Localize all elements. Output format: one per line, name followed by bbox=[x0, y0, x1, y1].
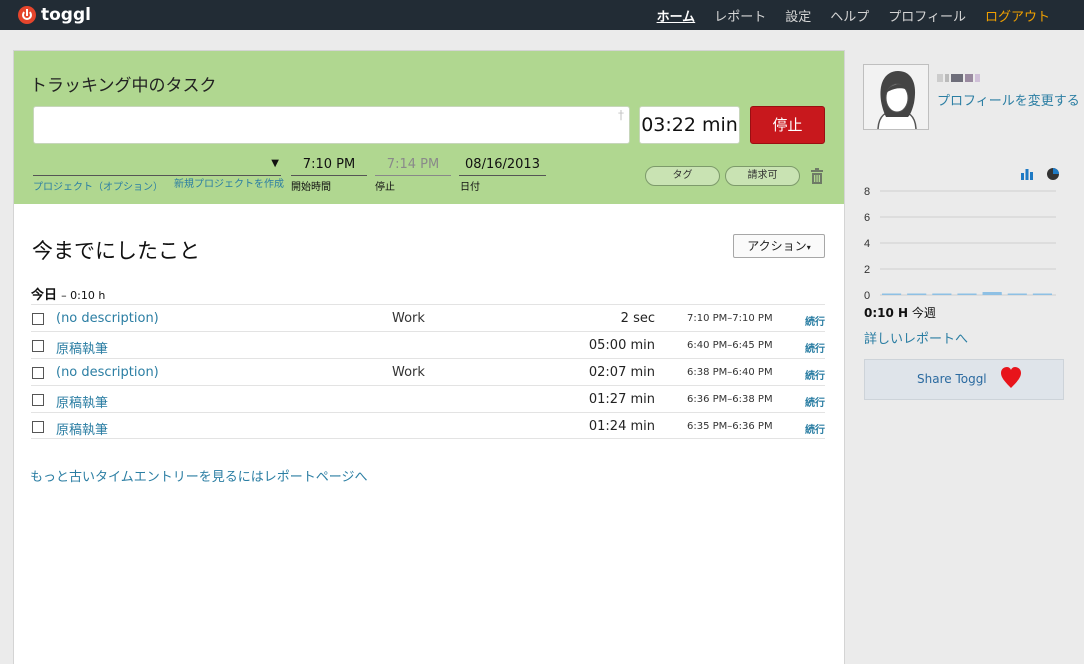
chart-bar-baseline bbox=[907, 293, 927, 295]
actions-button[interactable]: アクション▾ bbox=[733, 234, 825, 258]
list-item: (no description) Work 2 sec 7:10 PM–7:10… bbox=[31, 304, 825, 331]
continue-button[interactable]: 続行 bbox=[805, 421, 825, 436]
entry-time-range: 6:38 PM–6:40 PM bbox=[687, 367, 773, 378]
day-label: 今日 bbox=[31, 288, 58, 303]
y-tick-label: 4 bbox=[864, 238, 870, 250]
list-item: 原稿執筆 01:27 min 6:36 PM–6:38 PM 続行 bbox=[31, 385, 825, 412]
entry-description[interactable]: 原稿執筆 bbox=[56, 338, 108, 357]
nav-settings[interactable]: 設定 bbox=[785, 6, 811, 25]
logo-text: toggl bbox=[41, 5, 91, 25]
tracking-title: トラッキング中のタスク bbox=[30, 76, 217, 96]
new-project-link[interactable]: 新規プロジェクトを作成 bbox=[174, 175, 284, 190]
billable-button[interactable]: 請求可 bbox=[725, 166, 800, 186]
entry-project: Work bbox=[392, 365, 425, 380]
timer-display[interactable]: 03:22 min bbox=[639, 106, 740, 144]
power-icon bbox=[18, 6, 36, 24]
dropdown-arrow-icon: ▼ bbox=[271, 158, 279, 169]
y-tick-label: 0 bbox=[864, 290, 870, 302]
entries-list: (no description) Work 2 sec 7:10 PM–7:10… bbox=[31, 304, 825, 439]
tracking-panel: トラッキング中のタスク 03:22 min 停止 ▼ プロジェクト（オプション）… bbox=[14, 51, 844, 204]
continue-button[interactable]: 続行 bbox=[805, 313, 825, 328]
main-nav: ホーム レポート 設定 ヘルプ プロフィール ログアウト bbox=[657, 0, 1050, 30]
stop-time-label: 停止 bbox=[375, 182, 395, 193]
top-navbar: toggl ホーム レポート 設定 ヘルプ プロフィール ログアウト bbox=[0, 0, 1084, 30]
date-field[interactable]: 08/16/2013 bbox=[459, 157, 546, 176]
heart-icon bbox=[1001, 367, 1021, 388]
bar-chart-icon[interactable] bbox=[1020, 167, 1034, 181]
logo[interactable]: toggl bbox=[18, 5, 91, 25]
done-title: 今までにしたこと bbox=[32, 239, 200, 263]
older-entries-link[interactable]: もっと古いタイムエントリーを見るにはレポートページへ bbox=[30, 466, 367, 485]
continue-button[interactable]: 続行 bbox=[805, 367, 825, 382]
week-hours: 0:10 H bbox=[864, 306, 909, 320]
project-label: プロジェクト（オプション） bbox=[33, 182, 163, 193]
share-toggl-button[interactable]: Share Toggl bbox=[864, 359, 1064, 400]
entry-duration[interactable]: 01:27 min bbox=[589, 392, 655, 407]
description-input[interactable] bbox=[33, 106, 630, 144]
day-header: 今日 – 0:10 h bbox=[31, 284, 105, 303]
entry-checkbox[interactable] bbox=[32, 367, 44, 379]
continue-button[interactable]: 続行 bbox=[805, 340, 825, 355]
stop-time-field[interactable]: 7:14 PM bbox=[375, 157, 451, 176]
y-tick-label: 6 bbox=[864, 212, 870, 224]
actions-label: アクション bbox=[747, 239, 807, 253]
entry-description[interactable]: 原稿執筆 bbox=[56, 392, 108, 411]
nav-logout[interactable]: ログアウト bbox=[985, 6, 1050, 25]
entry-duration[interactable]: 2 sec bbox=[621, 311, 655, 326]
chart-bar-baseline bbox=[932, 293, 952, 295]
entry-checkbox[interactable] bbox=[32, 340, 44, 352]
chart-bar-baseline bbox=[882, 293, 902, 295]
tag-button[interactable]: タグ bbox=[645, 166, 720, 186]
list-item: 原稿執筆 05:00 min 6:40 PM–6:45 PM 続行 bbox=[31, 331, 825, 358]
entry-project: Work bbox=[392, 311, 425, 326]
entry-time-range: 7:10 PM–7:10 PM bbox=[687, 313, 773, 324]
nav-profile[interactable]: プロフィール bbox=[888, 6, 966, 25]
list-item: (no description) Work 02:07 min 6:38 PM–… bbox=[31, 358, 825, 385]
chart-bar-baseline bbox=[1032, 293, 1052, 295]
entry-time-range: 6:40 PM–6:45 PM bbox=[687, 340, 773, 351]
entry-duration[interactable]: 01:24 min bbox=[589, 419, 655, 434]
detailed-report-link[interactable]: 詳しいレポートへ bbox=[864, 328, 968, 347]
chart-bar-baseline bbox=[1007, 293, 1027, 295]
day-total: – 0:10 h bbox=[61, 289, 106, 302]
trash-icon[interactable] bbox=[810, 168, 824, 184]
user-silhouette-icon bbox=[864, 65, 928, 129]
start-time-label: 開始時間 bbox=[291, 182, 331, 193]
caret-down-icon: ▾ bbox=[806, 243, 811, 252]
share-label: Share Toggl bbox=[917, 372, 987, 386]
y-tick-label: 2 bbox=[864, 264, 870, 276]
nav-home[interactable]: ホーム bbox=[657, 6, 696, 25]
date-label: 日付 bbox=[460, 182, 480, 193]
entry-checkbox[interactable] bbox=[32, 421, 44, 433]
chart-bar[interactable] bbox=[982, 292, 1002, 295]
avatar[interactable] bbox=[863, 64, 929, 130]
stop-button[interactable]: 停止 bbox=[750, 106, 825, 144]
main-panel: トラッキング中のタスク 03:22 min 停止 ▼ プロジェクト（オプション）… bbox=[13, 50, 845, 664]
entry-description[interactable]: 原稿執筆 bbox=[56, 419, 108, 438]
entry-description[interactable]: (no description) bbox=[56, 365, 159, 380]
list-item: 原稿執筆 01:24 min 6:35 PM–6:36 PM 続行 bbox=[31, 412, 825, 439]
project-select[interactable]: ▼ bbox=[33, 156, 281, 176]
entry-time-range: 6:36 PM–6:38 PM bbox=[687, 394, 773, 405]
change-profile-link[interactable]: プロフィールを変更する bbox=[937, 90, 1080, 109]
week-chart: 8 6 4 2 0 bbox=[864, 186, 1056, 302]
chart-bar-baseline bbox=[957, 293, 977, 295]
y-tick-label: 8 bbox=[864, 186, 870, 198]
pie-chart-icon[interactable] bbox=[1046, 167, 1060, 181]
entry-time-range: 6:35 PM–6:36 PM bbox=[687, 421, 773, 432]
entry-checkbox[interactable] bbox=[32, 313, 44, 325]
entry-duration[interactable]: 02:07 min bbox=[589, 365, 655, 380]
entry-description[interactable]: (no description) bbox=[56, 311, 159, 326]
week-label: 今週 bbox=[911, 306, 936, 320]
start-time-field[interactable]: 7:10 PM bbox=[291, 157, 367, 176]
continue-button[interactable]: 続行 bbox=[805, 394, 825, 409]
username-redacted bbox=[937, 67, 997, 82]
week-total: 0:10 H 今週 bbox=[864, 304, 936, 321]
entry-checkbox[interactable] bbox=[32, 394, 44, 406]
nav-help[interactable]: ヘルプ bbox=[830, 6, 869, 25]
entry-duration[interactable]: 05:00 min bbox=[589, 338, 655, 353]
nav-reports[interactable]: レポート bbox=[714, 6, 766, 25]
